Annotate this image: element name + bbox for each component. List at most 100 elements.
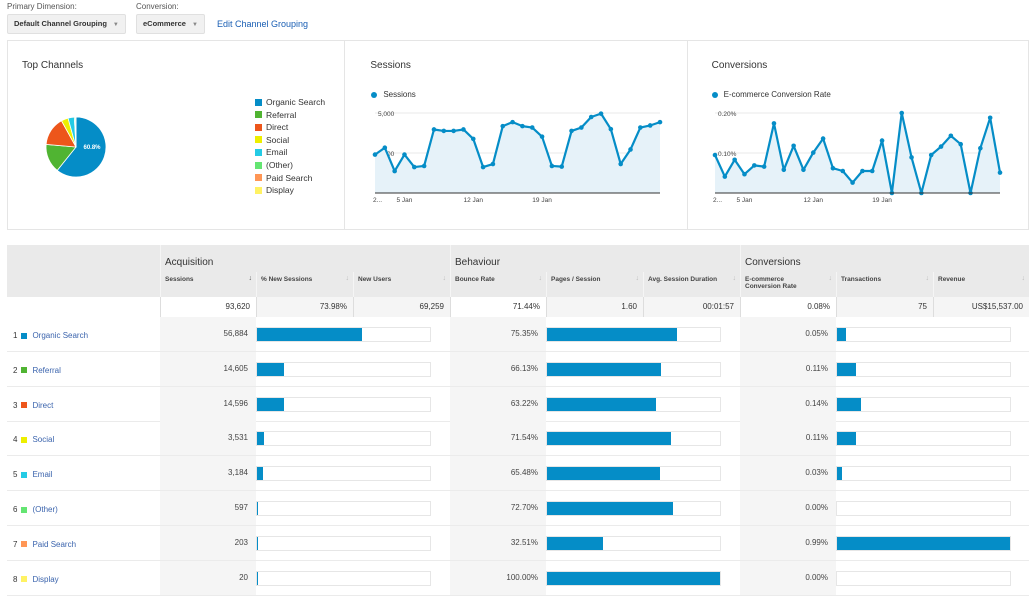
data-point[interactable] xyxy=(732,157,737,163)
sort-arrow-icon[interactable]: ↓ xyxy=(926,275,930,282)
pie-chart[interactable]: 60.8% xyxy=(8,41,346,231)
data-point[interactable] xyxy=(790,143,796,149)
data-point[interactable] xyxy=(402,152,408,157)
total-value: 75 xyxy=(836,297,933,317)
channel-link[interactable]: Email xyxy=(32,470,52,479)
data-point[interactable] xyxy=(987,115,993,121)
data-point[interactable] xyxy=(481,164,486,170)
data-point[interactable] xyxy=(500,123,506,129)
data-point[interactable] xyxy=(520,123,526,129)
column-header[interactable]: Bounce Rate ↓ xyxy=(450,272,546,297)
column-header[interactable]: Revenue ↓ xyxy=(933,272,1029,297)
sort-arrow-icon[interactable]: ↓ xyxy=(443,275,447,282)
data-point[interactable] xyxy=(412,164,417,170)
column-header[interactable]: Sessions ↓ xyxy=(160,272,256,297)
sort-arrow-icon[interactable]: ↓ xyxy=(249,275,253,282)
data-point[interactable] xyxy=(540,134,545,139)
data-point[interactable] xyxy=(392,168,398,174)
conversion-dropdown[interactable]: eCommerce ▼ xyxy=(136,14,205,34)
data-point[interactable] xyxy=(382,145,388,151)
sort-arrow-icon[interactable]: ↓ xyxy=(733,275,737,282)
data-point[interactable] xyxy=(530,125,535,130)
data-point[interactable] xyxy=(510,119,516,125)
data-point[interactable] xyxy=(781,167,786,173)
channel-link[interactable]: Referral xyxy=(32,366,60,375)
data-point[interactable] xyxy=(589,114,594,120)
legend-item: Social xyxy=(255,135,289,145)
data-point[interactable] xyxy=(441,128,447,134)
data-point[interactable] xyxy=(879,138,885,143)
channel-link[interactable]: Organic Search xyxy=(32,331,88,340)
column-header[interactable]: New Users ↓ xyxy=(353,272,450,297)
data-point[interactable] xyxy=(741,171,747,177)
column-header[interactable]: % New Sessions ↓ xyxy=(256,272,353,297)
legend-item: Email xyxy=(255,147,287,157)
data-point[interactable] xyxy=(658,119,663,125)
data-point[interactable] xyxy=(490,161,496,167)
data-point[interactable] xyxy=(997,170,1002,175)
data-point[interactable] xyxy=(608,126,614,132)
data-point[interactable] xyxy=(869,168,875,174)
data-point[interactable] xyxy=(712,152,717,158)
data-point[interactable] xyxy=(830,165,835,171)
data-point[interactable] xyxy=(928,152,934,158)
data-point[interactable] xyxy=(977,145,983,151)
column-header[interactable]: E-commerce Conversion Rate ↓ xyxy=(740,272,836,297)
channel-cell: 6 (Other) xyxy=(13,505,58,514)
data-point[interactable] xyxy=(373,152,378,157)
data-point[interactable] xyxy=(938,144,944,149)
data-point[interactable] xyxy=(471,136,476,142)
data-point[interactable] xyxy=(569,128,575,134)
channel-color-swatch xyxy=(21,541,28,548)
data-point[interactable] xyxy=(648,123,653,128)
data-point[interactable] xyxy=(432,127,437,132)
data-point[interactable] xyxy=(638,125,643,130)
column-header[interactable]: Avg. Session Duration ↓ xyxy=(643,272,740,297)
conversion-rate-line-chart[interactable]: 0.20% 0.10% 2... 5 Jan 12 Jan 19 Jan xyxy=(688,41,1029,231)
data-point[interactable] xyxy=(859,168,865,174)
data-point[interactable] xyxy=(628,147,634,152)
data-point[interactable] xyxy=(800,167,806,173)
sessions-line-chart[interactable]: 5,0002,5002...5 Jan12 Jan19 Jan xyxy=(345,41,688,231)
channel-link[interactable]: Direct xyxy=(32,401,53,410)
data-point[interactable] xyxy=(849,180,855,185)
data-point[interactable] xyxy=(599,111,604,116)
data-point[interactable] xyxy=(422,163,427,169)
data-point[interactable] xyxy=(908,155,914,160)
sort-arrow-icon[interactable]: ↓ xyxy=(346,275,350,282)
sort-arrow-icon[interactable]: ↓ xyxy=(1022,275,1026,282)
data-point[interactable] xyxy=(722,174,727,179)
legend-label: Paid Search xyxy=(266,172,313,183)
total-value: 00:01:57 xyxy=(643,297,740,317)
sort-arrow-icon[interactable]: ↓ xyxy=(539,275,543,282)
edit-channel-grouping-link[interactable]: Edit Channel Grouping xyxy=(217,19,308,29)
data-point[interactable] xyxy=(559,164,565,169)
data-point[interactable] xyxy=(899,110,904,116)
primary-dimension-dropdown[interactable]: Default Channel Grouping ▼ xyxy=(7,14,126,34)
data-point[interactable] xyxy=(810,150,816,155)
conversion-rate-bar-fill xyxy=(837,362,857,376)
sort-arrow-icon[interactable]: ↓ xyxy=(636,275,640,282)
data-point[interactable] xyxy=(549,163,555,169)
data-point[interactable] xyxy=(451,128,457,134)
data-point[interactable] xyxy=(579,125,585,130)
data-point[interactable] xyxy=(820,136,826,141)
column-header[interactable]: Transactions ↓ xyxy=(836,272,933,297)
sessions-bar xyxy=(256,431,431,447)
data-point[interactable] xyxy=(948,133,953,139)
channel-link[interactable]: Social xyxy=(32,435,54,444)
data-point[interactable] xyxy=(461,127,467,132)
data-point[interactable] xyxy=(840,168,845,174)
channel-color-swatch xyxy=(21,367,28,374)
data-point[interactable] xyxy=(751,163,757,168)
sort-arrow-icon[interactable]: ↓ xyxy=(829,275,833,282)
channel-link[interactable]: Paid Search xyxy=(32,540,76,549)
data-point[interactable] xyxy=(761,164,767,169)
channel-link[interactable]: Display xyxy=(32,575,58,584)
data-point[interactable] xyxy=(618,161,624,167)
bounce-rate-bar xyxy=(546,570,721,586)
data-point[interactable] xyxy=(958,141,963,147)
data-point[interactable] xyxy=(771,121,776,126)
column-header[interactable]: Pages / Session ↓ xyxy=(546,272,643,297)
channel-link[interactable]: (Other) xyxy=(32,505,57,514)
